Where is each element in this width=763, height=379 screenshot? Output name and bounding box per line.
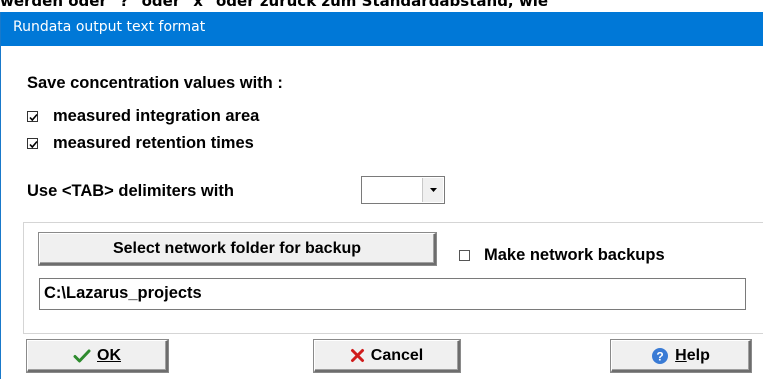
integration-area-label[interactable]: measured integration area: [53, 107, 259, 126]
make-backups-checkbox[interactable]: [459, 250, 470, 261]
delimiter-combobox[interactable]: [361, 176, 445, 204]
help-label: Help: [675, 346, 710, 364]
select-network-folder-button[interactable]: Select network folder for backup: [39, 233, 436, 265]
retention-times-checkbox[interactable]: [27, 138, 38, 149]
rundata-dialog: Rundata output text format Save concentr…: [0, 12, 763, 379]
cancel-button[interactable]: Cancel: [314, 340, 460, 372]
title-bar[interactable]: Rundata output text format: [1, 12, 763, 46]
concentration-heading: Save concentration values with :: [27, 74, 283, 92]
checkmark-icon: [29, 140, 38, 149]
chevron-down-icon: [430, 188, 437, 192]
make-backups-label[interactable]: Make network backups: [484, 246, 665, 265]
cancel-label: Cancel: [370, 346, 424, 364]
background-document-text: werden oder "?" oder "x" oder zurück zum…: [0, 0, 549, 10]
ok-label: OK: [97, 346, 121, 364]
x-icon: [350, 349, 364, 362]
checkmark-icon: [29, 113, 38, 122]
ok-button[interactable]: OK: [27, 340, 168, 372]
integration-area-checkbox[interactable]: [27, 111, 38, 122]
check-icon: [73, 349, 91, 362]
window-title: Rundata output text format: [13, 19, 206, 35]
dropdown-button[interactable]: [422, 178, 443, 202]
delimiter-label: Use <TAB> delimiters with: [27, 182, 234, 200]
question-icon: ?: [652, 347, 669, 364]
select-network-folder-label: Select network folder for backup: [112, 239, 362, 257]
retention-times-label[interactable]: measured retention times: [53, 134, 254, 153]
backup-folder-path-input[interactable]: C:\Lazarus_projects: [39, 278, 746, 310]
svg-text:?: ?: [656, 349, 663, 363]
help-label-rest: elp: [686, 346, 710, 364]
help-button[interactable]: ? Help: [611, 340, 751, 372]
